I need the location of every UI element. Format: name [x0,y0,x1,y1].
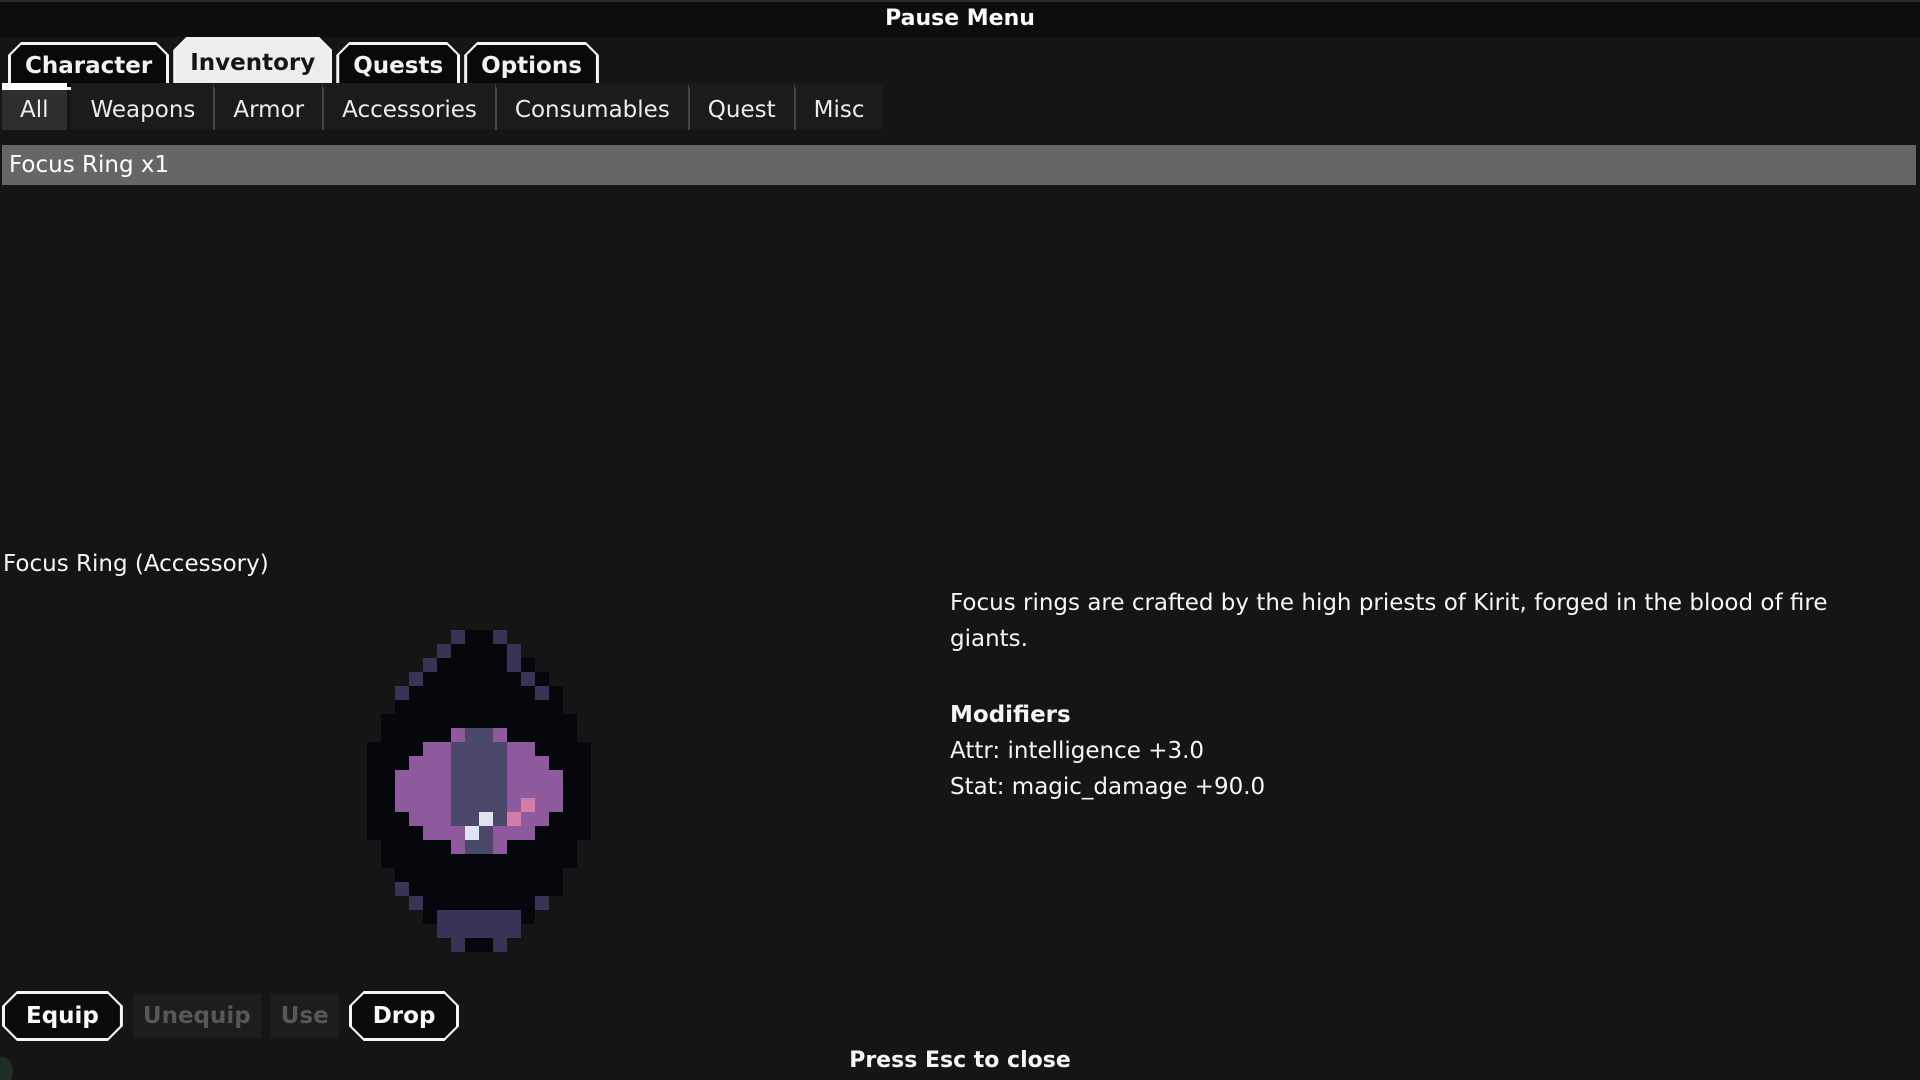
unequip-button: Unequip [133,994,261,1038]
pause-menu-title: Pause Menu [0,2,1920,35]
use-button: Use [271,994,339,1038]
tab-label: Inventory [176,40,329,87]
equip-button[interactable]: Equip [2,991,123,1041]
modifier-list: Attr: intelligence +3.0Stat: magic_damag… [950,733,1870,805]
subtab-weapons[interactable]: Weapons [71,83,214,130]
button-label: Equip [5,994,120,1038]
item-image-pixel-eye [367,630,591,952]
subtab-misc[interactable]: Misc [794,83,883,130]
modifiers-heading: Modifiers [950,697,1870,733]
drop-button[interactable]: Drop [349,991,460,1041]
modifier-line: Attr: intelligence +3.0 [950,733,1870,769]
esc-hint: Press Esc to close [0,1048,1920,1073]
modifier-line: Stat: magic_damage +90.0 [950,769,1870,805]
tab-label: Character [11,45,166,87]
tab-label: Quests [339,45,457,87]
button-label: Drop [352,994,457,1038]
subtab-quest[interactable]: Quest [688,83,794,130]
item-description-block: Focus rings are crafted by the high prie… [950,585,1870,805]
item-name: Focus Ring (Accessory) [3,551,269,577]
inventory-list: Focus Ring x1 [2,145,1916,187]
subtab-armor[interactable]: Armor [213,83,322,130]
category-tab-bar: AllWeaponsArmorAccessoriesConsumablesQue… [2,83,883,130]
item-description: Focus rings are crafted by the high prie… [950,585,1870,657]
inventory-item[interactable]: Focus Ring x1 [2,145,1916,185]
tab-label: Options [467,45,596,87]
subtab-accessories[interactable]: Accessories [322,83,495,130]
top-band: Pause Menu [0,0,1920,37]
subtab-consumables[interactable]: Consumables [495,83,688,130]
pause-menu-screen: Pause Menu CharacterInventoryQuestsOptio… [0,0,1920,1080]
item-action-bar: Equip UnequipUse Drop [2,990,459,1042]
subtab-all[interactable]: All [2,83,67,130]
